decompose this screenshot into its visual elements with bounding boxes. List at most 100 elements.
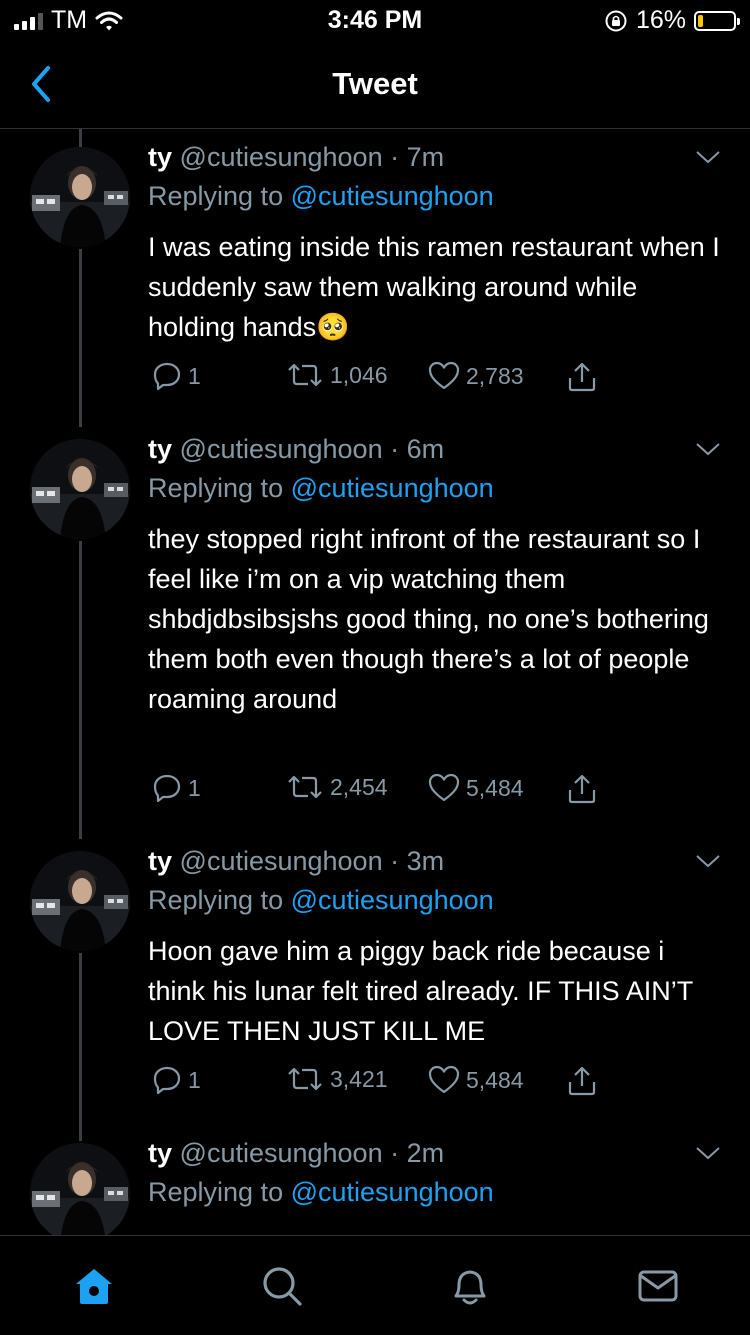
orientation-lock-icon	[605, 10, 627, 31]
like-count: 5,484	[466, 774, 524, 801]
tweet-header: ty @cutiesunghoon · 3m	[148, 846, 444, 877]
retweet-button[interactable]: 2,454	[286, 773, 388, 801]
avatar[interactable]	[30, 439, 130, 539]
battery-icon	[694, 10, 740, 31]
reply-icon	[153, 362, 181, 391]
retweet-button[interactable]: 1,046	[286, 361, 388, 389]
tweet-header: ty @cutiesunghoon · 6m	[148, 434, 444, 465]
nav-header: Tweet	[0, 40, 750, 129]
chevron-down-icon[interactable]	[694, 439, 722, 459]
avatar[interactable]	[30, 851, 130, 951]
replying-to: Replying to @cutiesunghoon	[148, 1177, 494, 1208]
tweet-time: 7m	[406, 142, 445, 172]
avatar-photo	[30, 147, 130, 247]
status-right: 16%	[604, 6, 740, 35]
author-handle[interactable]: @cutiesunghoon	[180, 846, 383, 876]
chevron-down-icon[interactable]	[694, 147, 722, 167]
chevron-down-icon[interactable]	[694, 1143, 722, 1163]
avatar-photo	[30, 851, 130, 951]
separator-dot: ·	[390, 434, 400, 464]
status-bar: TM 3:46 PM 16%	[0, 0, 750, 40]
replying-prefix: Replying to	[148, 181, 284, 211]
battery-percent: 16%	[635, 6, 686, 34]
avatar-photo	[30, 439, 130, 539]
tweet-actions: 1 3,421 5,484	[148, 1065, 708, 1105]
share-button[interactable]	[566, 361, 598, 393]
tweet-header: ty @cutiesunghoon · 7m	[148, 142, 444, 173]
reply-button[interactable]: 1	[152, 773, 201, 803]
tweet-text: they stopped right infront of the restau…	[148, 524, 709, 714]
retweet-icon	[288, 363, 322, 387]
tweet-actions: 1 1,046 2,783	[148, 361, 708, 401]
mention-link[interactable]: @cutiesunghoon	[291, 473, 494, 503]
tweet-actions: 1 2,454 5,484	[148, 773, 708, 813]
heart-icon	[428, 361, 460, 390]
reply-count: 1	[188, 1066, 201, 1093]
share-icon	[568, 1066, 596, 1096]
replying-to: Replying to @cutiesunghoon	[148, 885, 494, 916]
tweet[interactable]: ty @cutiesunghoon · 7m Replying to @cuti…	[0, 129, 750, 421]
separator-dot: ·	[390, 1138, 400, 1168]
reply-icon	[153, 774, 181, 803]
replying-prefix: Replying to	[148, 885, 284, 915]
retweet-count: 3,421	[330, 1065, 388, 1092]
replying-prefix: Replying to	[148, 473, 284, 503]
reply-count: 1	[188, 362, 201, 389]
retweet-count: 2,454	[330, 773, 388, 800]
tweet-time: 2m	[406, 1138, 445, 1168]
author-handle[interactable]: @cutiesunghoon	[180, 142, 383, 172]
share-button[interactable]	[566, 773, 598, 805]
author-handle[interactable]: @cutiesunghoon	[180, 1138, 383, 1168]
avatar-photo	[30, 1143, 130, 1235]
tweet-text: Hoon gave him a piggy back ride because …	[148, 936, 693, 1046]
tweet-thread[interactable]: ty @cutiesunghoon · 7m Replying to @cuti…	[0, 129, 750, 1235]
heart-icon	[428, 1065, 460, 1094]
reply-button[interactable]: 1	[152, 361, 201, 391]
retweet-button[interactable]: 3,421	[286, 1065, 388, 1093]
mention-link[interactable]: @cutiesunghoon	[291, 885, 494, 915]
author-name[interactable]: ty	[148, 434, 172, 464]
tweet-text: I was eating inside this ramen restauran…	[148, 232, 720, 342]
reply-count: 1	[188, 774, 201, 801]
tweet-time: 6m	[406, 434, 445, 464]
tweet[interactable]: ty @cutiesunghoon · 2m Replying to @cuti…	[0, 1125, 750, 1235]
like-count: 5,484	[466, 1066, 524, 1093]
mention-link[interactable]: @cutiesunghoon	[291, 181, 494, 211]
search-icon[interactable]	[260, 1264, 304, 1308]
like-count: 2,783	[466, 362, 524, 389]
avatar[interactable]	[30, 147, 130, 247]
author-name[interactable]: ty	[148, 142, 172, 172]
retweet-count: 1,046	[330, 361, 388, 388]
chevron-down-icon[interactable]	[694, 851, 722, 871]
like-button[interactable]: 5,484	[428, 1065, 524, 1095]
like-button[interactable]: 5,484	[428, 773, 524, 803]
avatar[interactable]	[30, 1143, 130, 1235]
tweet[interactable]: ty @cutiesunghoon · 6m Replying to @cuti…	[0, 421, 750, 833]
replying-prefix: Replying to	[148, 1177, 284, 1207]
tweet[interactable]: ty @cutiesunghoon · 3m Replying to @cuti…	[0, 833, 750, 1125]
heart-icon	[428, 773, 460, 802]
retweet-icon	[288, 1067, 322, 1091]
share-icon	[568, 362, 596, 392]
page-title: Tweet	[332, 66, 418, 101]
separator-dot: ·	[390, 846, 400, 876]
mention-link[interactable]: @cutiesunghoon	[291, 1177, 494, 1207]
reply-icon	[153, 1066, 181, 1095]
reply-button[interactable]: 1	[152, 1065, 201, 1095]
share-icon	[568, 774, 596, 804]
tab-bar	[0, 1235, 750, 1335]
replying-to: Replying to @cutiesunghoon	[148, 473, 494, 504]
like-button[interactable]: 2,783	[428, 361, 524, 391]
author-name[interactable]: ty	[148, 1138, 172, 1168]
mail-icon[interactable]	[636, 1264, 680, 1308]
tweet-time: 3m	[406, 846, 445, 876]
separator-dot: ·	[390, 142, 400, 172]
home-icon[interactable]	[72, 1264, 116, 1308]
bell-icon[interactable]	[448, 1264, 492, 1308]
author-handle[interactable]: @cutiesunghoon	[180, 434, 383, 464]
replying-to: Replying to @cutiesunghoon	[148, 181, 494, 212]
retweet-icon	[288, 775, 322, 799]
share-button[interactable]	[566, 1065, 598, 1097]
author-name[interactable]: ty	[148, 846, 172, 876]
tweet-header: ty @cutiesunghoon · 2m	[148, 1138, 444, 1169]
